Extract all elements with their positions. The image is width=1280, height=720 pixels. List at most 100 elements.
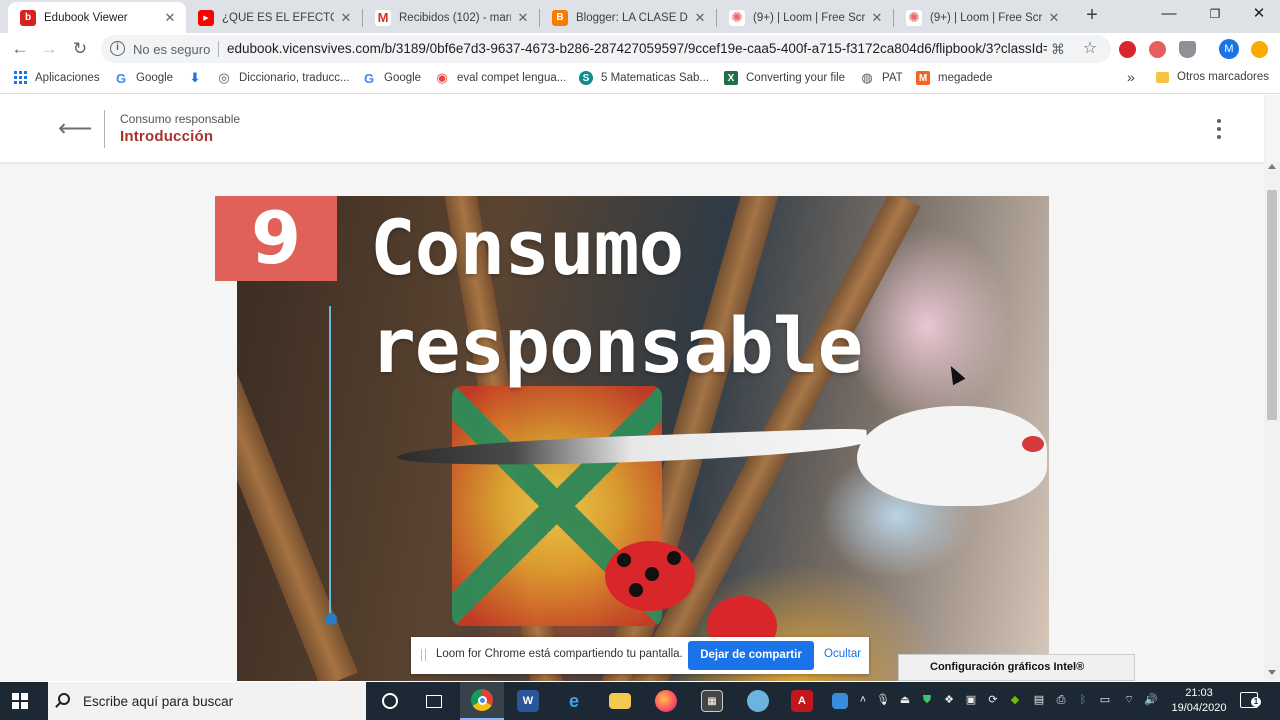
scroll-thumb[interactable] xyxy=(1267,190,1277,420)
bookmark-converting[interactable]: X Converting your file xyxy=(724,71,845,85)
bookmark-google[interactable]: G Google xyxy=(114,70,173,86)
new-tab-button[interactable]: + xyxy=(1082,5,1102,27)
minimize-button[interactable]: — xyxy=(1146,0,1192,30)
tab-loom-2[interactable]: ✺ (9+) | Loom | Free Scree ✕ xyxy=(894,2,1070,33)
restore-button[interactable]: ❐ xyxy=(1192,0,1238,30)
close-icon[interactable]: ✕ xyxy=(162,10,178,26)
taskbar-firefox[interactable] xyxy=(644,682,688,720)
address-bar[interactable]: i No es seguro edubook.vicensvives.com/b… xyxy=(101,35,1111,63)
page-scrollbar[interactable] xyxy=(1264,162,1280,681)
update-icon[interactable] xyxy=(1251,41,1268,58)
blogger-icon: B xyxy=(552,9,568,26)
more-options-icon[interactable] xyxy=(1212,119,1226,139)
google-icon: G xyxy=(363,70,375,86)
microphone-icon[interactable]: 🎙 xyxy=(876,693,890,707)
bookmark-download[interactable]: ⬇ xyxy=(188,70,210,85)
profile-avatar[interactable]: M xyxy=(1219,39,1239,59)
close-icon[interactable]: ✕ xyxy=(869,10,885,26)
close-icon[interactable]: ✕ xyxy=(692,10,708,26)
back-arrow-icon[interactable]: ⟵ xyxy=(58,115,92,143)
windows-taskbar: Escribe aquí para buscar W e ▦ A ˄ 🎙 ⏏ ⛊… xyxy=(0,682,1280,720)
nvidia-icon[interactable]: ◆ xyxy=(1008,693,1022,707)
bookmark-megadede[interactable]: M megadede xyxy=(916,71,992,85)
close-icon[interactable]: ✕ xyxy=(515,10,531,26)
drag-handle[interactable] xyxy=(421,649,426,661)
battery-icon[interactable]: ▭ xyxy=(1098,693,1112,707)
shield-extension-icon[interactable] xyxy=(1179,41,1196,58)
megadede-icon: M xyxy=(916,71,930,85)
intel-graphics-popup[interactable]: Configuración gráficos Intel® xyxy=(898,654,1135,681)
printer-icon[interactable]: ⎙ xyxy=(1054,693,1068,707)
tab-gmail[interactable]: M Recibidos (102) - marro ✕ xyxy=(363,2,539,33)
bookmark-matematicas[interactable]: S 5 Matematicas Sab... xyxy=(579,71,709,85)
close-window-button[interactable]: ✕ xyxy=(1236,0,1280,30)
taskbar-word[interactable]: W xyxy=(506,682,550,720)
forward-button[interactable]: → xyxy=(38,38,60,60)
bookmark-star-icon[interactable]: ☆ xyxy=(1082,41,1098,57)
bookmark-eval-compet[interactable]: ◉ eval compet lengua... xyxy=(435,70,566,85)
usb-icon[interactable]: ⏏ xyxy=(898,693,912,707)
security-tray-icon[interactable]: ⛊ xyxy=(920,693,934,707)
taskbar-clock[interactable]: 21:03 19/04/2020 xyxy=(1168,686,1230,716)
keyboard-icon[interactable]: ▤ xyxy=(1032,693,1046,707)
close-icon[interactable]: ✕ xyxy=(1046,10,1062,26)
tab-youtube[interactable]: ▶ ¿QUÉ ES EL EFECTO INV ✕ xyxy=(186,2,362,33)
taskbar-edge[interactable]: e xyxy=(552,682,596,720)
acrobat-icon: A xyxy=(791,690,813,712)
start-button[interactable] xyxy=(12,693,28,709)
bookmark-google-2[interactable]: G Google xyxy=(362,70,422,86)
hide-button[interactable]: Ocultar xyxy=(824,648,861,660)
action-center-icon[interactable]: 1 xyxy=(1240,692,1261,708)
close-icon[interactable]: ✕ xyxy=(338,10,354,26)
taskbar-chrome[interactable] xyxy=(460,682,504,720)
back-button[interactable]: ← xyxy=(9,38,31,60)
extension-icon[interactable] xyxy=(1119,41,1136,58)
reload-button[interactable]: ↻ xyxy=(69,38,91,60)
taskbar-search[interactable]: Escribe aquí para buscar xyxy=(48,682,366,720)
taskbar-calculator[interactable]: ▦ xyxy=(690,682,734,720)
bookmark-pat[interactable]: ◍ PAT xyxy=(860,70,903,85)
other-bookmarks[interactable]: Otros marcadores xyxy=(1156,71,1269,83)
cortana-button[interactable] xyxy=(368,682,412,720)
bluetooth-icon[interactable]: ᛒ xyxy=(1076,693,1090,707)
loom-sharing-bar: Loom for Chrome está compartiendo tu pan… xyxy=(411,637,869,674)
browser-toolbar: ← → ↻ i No es seguro edubook.vicensvives… xyxy=(0,33,1280,65)
task-view-button[interactable] xyxy=(412,682,456,720)
tab-blogger[interactable]: B Blogger: LA CLASE DE S ✕ xyxy=(540,2,716,33)
tab-title: ¿QUÉ ES EL EFECTO INV xyxy=(222,11,334,24)
bookmark-label: Google xyxy=(384,72,422,84)
bookmarks-overflow-button[interactable]: » xyxy=(1127,69,1135,85)
stop-sharing-button[interactable]: Dejar de compartir xyxy=(688,641,814,670)
dropbox-icon[interactable]: ❖ xyxy=(942,693,956,707)
edge-icon: e xyxy=(563,690,585,712)
target-icon: ◉ xyxy=(436,70,448,85)
search-icon xyxy=(58,693,70,705)
scroll-up-arrow[interactable] xyxy=(1268,164,1276,169)
youtube-icon: ▶ xyxy=(198,9,214,26)
volume-icon[interactable]: 🔊 xyxy=(1144,693,1158,707)
google-icon: G xyxy=(115,70,127,86)
firefox-icon xyxy=(655,690,677,712)
tab-edubook-viewer[interactable]: b Edubook Viewer ✕ xyxy=(8,2,186,33)
paint-icon xyxy=(747,690,769,712)
loom-extension-icon[interactable] xyxy=(1149,41,1166,58)
bookmark-label: PAT xyxy=(882,72,903,84)
dictionary-icon: ◎ xyxy=(218,70,230,85)
scroll-down-arrow[interactable] xyxy=(1268,670,1276,675)
taskbar-explorer[interactable] xyxy=(598,682,642,720)
bookmark-apps[interactable]: Aplicaciones xyxy=(14,71,100,84)
folder-icon xyxy=(1156,71,1169,83)
chrome-icon xyxy=(471,689,493,711)
show-hidden-icons[interactable]: ˄ xyxy=(856,693,870,707)
cover-title: Consumo responsable xyxy=(370,199,863,395)
taskbar-paint[interactable] xyxy=(736,682,780,720)
tab-loom-1[interactable]: ✺ (9+) | Loom | Free Scree ✕ xyxy=(717,2,893,33)
sync-icon[interactable]: ⟳ xyxy=(986,693,1000,707)
info-icon[interactable]: i xyxy=(110,41,125,56)
tab-title: Blogger: LA CLASE DE S xyxy=(576,11,688,24)
translate-icon[interactable]: ⌘ xyxy=(1050,41,1066,57)
bookmark-diccionario[interactable]: ◎ Diccionario, traducc... xyxy=(217,70,349,85)
wifi-icon[interactable]: ⌔ xyxy=(1122,693,1136,707)
display-icon[interactable]: ▣ xyxy=(964,693,978,707)
url-text[interactable]: edubook.vicensvives.com/b/3189/0bf6e7d3-… xyxy=(227,41,1047,56)
